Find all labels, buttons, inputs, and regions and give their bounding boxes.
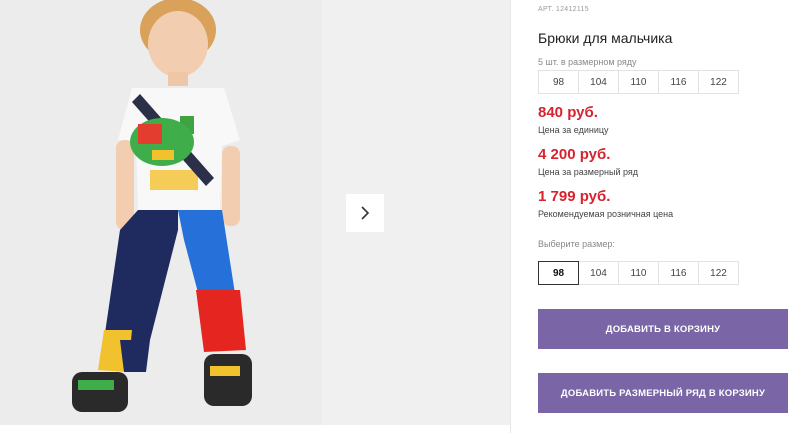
unit-price-label: Цена за единицу <box>538 125 609 135</box>
series-price-label: Цена за размерный ряд <box>538 167 639 177</box>
product-sku: АРТ. 12412115 <box>538 6 589 13</box>
product-title: Брюки для мальчика <box>538 30 673 46</box>
size-series-caption: 5 шт. в размерном ряду <box>538 57 637 67</box>
series-price: 4 200 руб. <box>538 146 611 163</box>
chevron-right-icon <box>361 206 370 220</box>
size-option[interactable]: 122 <box>698 261 739 285</box>
add-size-series-to-cart-button[interactable]: ДОБАВИТЬ РАЗМЕРНЫЙ РЯД В КОРЗИНУ <box>538 373 788 413</box>
size-option[interactable]: 116 <box>658 261 699 285</box>
size-option[interactable]: 110 <box>618 261 659 285</box>
size-series-row: 98 104 110 116 122 <box>538 70 739 94</box>
product-info: АРТ. 12412115 Брюки для мальчика 5 шт. в… <box>538 0 800 433</box>
size-series-item: 104 <box>578 70 619 94</box>
add-to-cart-button[interactable]: ДОБАВИТЬ В КОРЗИНУ <box>538 309 788 349</box>
size-select-caption: Выберите размер: <box>538 239 615 249</box>
unit-price: 840 руб. <box>538 104 598 121</box>
size-series-item: 122 <box>698 70 739 94</box>
product-gallery <box>0 0 510 433</box>
size-series-item: 98 <box>538 70 579 94</box>
product-photo[interactable] <box>0 0 322 425</box>
column-divider <box>510 0 511 433</box>
product-photo-illustration <box>0 0 322 425</box>
size-selector: 98 104 110 116 122 <box>538 261 739 285</box>
retail-price-label: Рекомендуемая розничная цена <box>538 209 674 219</box>
size-series-item: 116 <box>658 70 699 94</box>
retail-price: 1 799 руб. <box>538 188 611 205</box>
size-option[interactable]: 98 <box>538 261 579 285</box>
next-image-button[interactable] <box>346 194 384 232</box>
size-series-item: 110 <box>618 70 659 94</box>
size-option[interactable]: 104 <box>578 261 619 285</box>
